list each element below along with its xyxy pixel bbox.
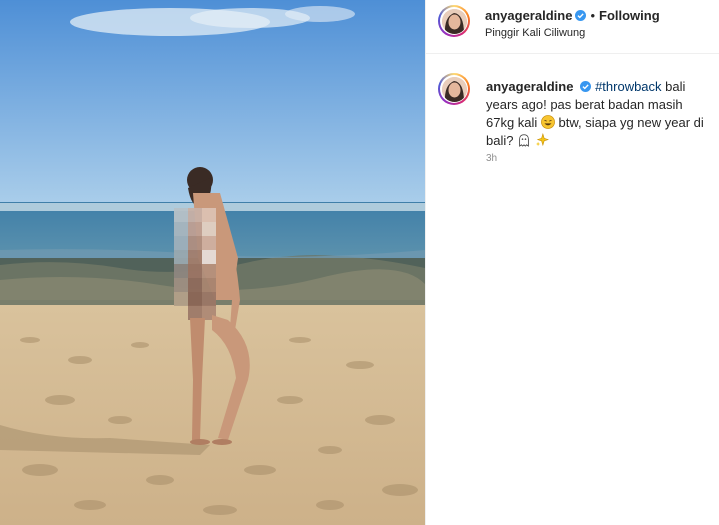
post-photo[interactable] [0,0,425,525]
caption-username-link[interactable]: anyageraldine [486,79,573,94]
post-side-panel: anyageraldine • Following Pinggir Kali Cil… [425,0,719,525]
hashtag-link[interactable]: #throwback [595,79,661,94]
location-link[interactable]: Pinggir Kali Ciliwung [485,27,585,39]
separator-dot: • [590,8,595,23]
post-timestamp[interactable]: 3h [486,153,497,164]
avatar-image [441,76,467,102]
avatar-image [441,8,467,34]
laughing-emoji-icon [541,115,555,129]
caption: anyageraldine #throwback bali years ago!… [486,78,708,150]
verified-badge-icon [575,10,587,21]
sparkles-emoji-icon [535,133,549,147]
caption-avatar[interactable] [438,73,470,105]
username-link[interactable]: anyageraldine [485,8,572,23]
verified-badge-icon [580,81,592,92]
following-button[interactable]: Following [599,8,660,23]
avatar[interactable] [438,5,470,37]
ghost-emoji-icon [519,134,529,147]
beach-photo [0,0,425,525]
header-title-row: anyageraldine • Following [485,8,660,23]
post-header: anyageraldine • Following Pinggir Kali Cil… [426,0,719,54]
